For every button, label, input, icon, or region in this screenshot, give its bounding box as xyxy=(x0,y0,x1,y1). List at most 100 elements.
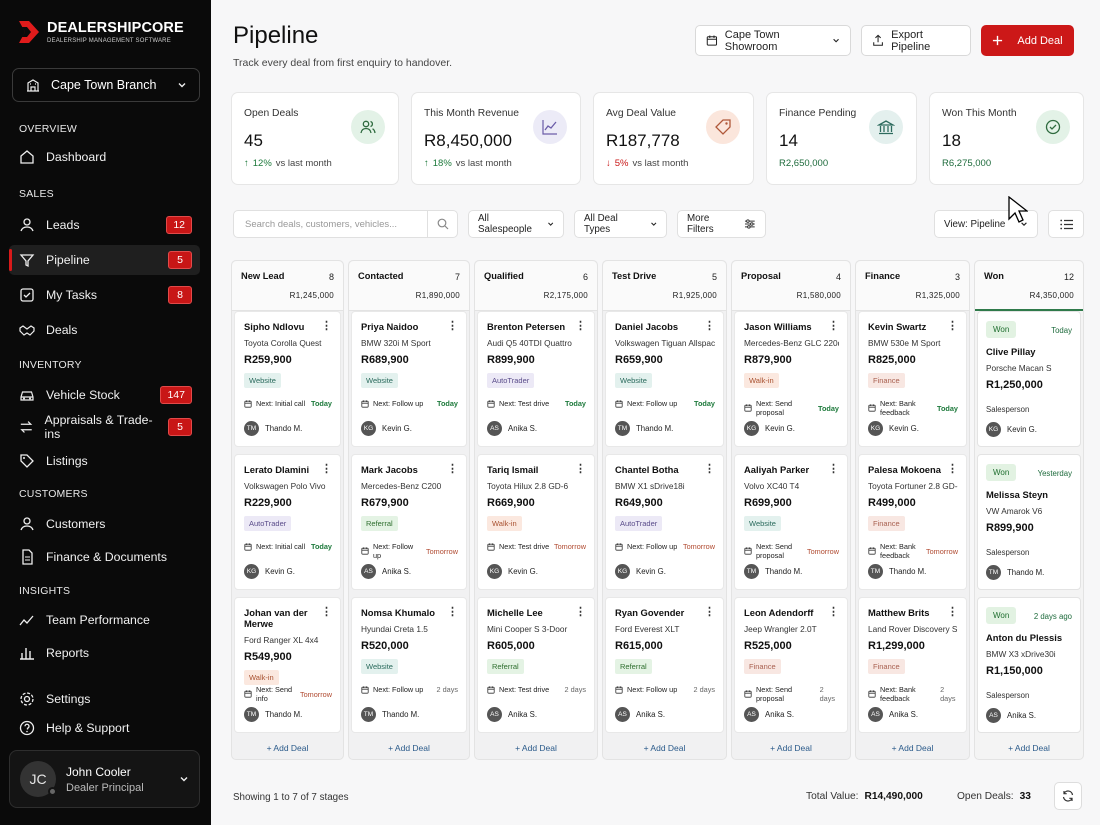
more-options-icon[interactable]: ⋮ xyxy=(947,605,958,618)
add-deal-link[interactable]: + Add Deal xyxy=(349,743,469,753)
more-options-icon[interactable]: ⋮ xyxy=(321,462,332,475)
deal-card[interactable]: Nomsa Khumalo ⋮ Hyundai Creta 1.5 R520,000 W… xyxy=(351,597,467,733)
sliders-icon xyxy=(745,219,756,229)
nav-label: My Tasks xyxy=(46,288,98,302)
deal-card[interactable]: Johan van der Merwe ⋮ Ford Ranger XL 4x4 R5… xyxy=(234,597,341,733)
nav-listings[interactable]: Listings xyxy=(9,446,200,476)
nav-help-support[interactable]: Help & Support xyxy=(9,713,200,743)
kpi-label: Finance Pending xyxy=(779,108,857,119)
deal-card[interactable]: Priya Naidoo ⋮ BMW 320i M Sport R689,900 Web… xyxy=(351,311,467,447)
deal-card[interactable]: Daniel Jacobs ⋮ Volkswagen Tiguan Allspace… xyxy=(605,311,724,447)
column-header[interactable]: Qualified 6 R2,175,000 xyxy=(475,261,597,311)
due-date: Tomorrow xyxy=(425,546,458,556)
more-options-icon[interactable]: ⋮ xyxy=(321,319,332,332)
owner: KG Kevin G. xyxy=(244,564,295,579)
search-icon[interactable] xyxy=(427,211,457,237)
more-options-icon[interactable]: ⋮ xyxy=(447,319,458,332)
showroom-dropdown[interactable]: Cape Town Showroom xyxy=(695,25,851,56)
nav-leads[interactable]: Leads 12 xyxy=(9,210,200,240)
add-deal-link[interactable]: + Add Deal xyxy=(975,743,1083,753)
calendar-icon xyxy=(487,685,495,694)
more-options-icon[interactable]: ⋮ xyxy=(575,462,586,475)
column-header[interactable]: Contacted 7 R1,890,000 xyxy=(349,261,469,311)
nav-pipeline[interactable]: Pipeline 5 xyxy=(9,245,200,275)
won-deal-card[interactable]: Won Yesterday Melissa Steyn VW Amarok V6 R89… xyxy=(977,454,1081,590)
user-menu[interactable]: JC John Cooler Dealer Principal xyxy=(9,750,200,808)
deal-card[interactable]: Lerato Dlamini ⋮ Volkswagen Polo Vivo R229,… xyxy=(234,454,341,590)
nav-tasks[interactable]: My Tasks 8 xyxy=(9,280,200,310)
nav-vehicle-stock[interactable]: Vehicle Stock 147 xyxy=(9,380,200,410)
nav-reports[interactable]: Reports xyxy=(9,638,200,668)
next-action: Next: Follow up Tomorrow xyxy=(361,542,458,560)
add-deal-link[interactable]: + Add Deal xyxy=(475,743,597,753)
more-options-icon[interactable]: ⋮ xyxy=(447,605,458,618)
column-header[interactable]: Test Drive 5 R1,925,000 xyxy=(603,261,726,311)
column-header[interactable]: Won 12 R4,350,000 xyxy=(975,261,1083,311)
deal-types-filter[interactable]: All Deal Types xyxy=(574,210,667,238)
section-insights: INSIGHTS xyxy=(19,585,71,597)
nav-appraisals[interactable]: Appraisals & Trade-ins 5 xyxy=(9,412,200,442)
won-deal-card[interactable]: Won 2 days ago Anton du Plessis BMW X3 xDri… xyxy=(977,597,1081,733)
deal-card[interactable]: Jason Williams ⋮ Mercedes-Benz GLC 220d R87… xyxy=(734,311,848,447)
column-header[interactable]: Finance 3 R1,325,000 xyxy=(856,261,969,311)
add-deal-link[interactable]: + Add Deal xyxy=(603,743,726,753)
chevron-down-icon xyxy=(833,38,839,43)
more-options-icon[interactable]: ⋮ xyxy=(828,319,839,332)
deal-card[interactable]: Leon Adendorff ⋮ Jeep Wrangler 2.0T R525,00… xyxy=(734,597,848,733)
more-options-icon[interactable]: ⋮ xyxy=(575,319,586,332)
salespeople-filter[interactable]: All Salespeople xyxy=(468,210,564,238)
calendar-icon xyxy=(361,547,369,555)
tag-icon xyxy=(20,454,34,468)
more-options-icon[interactable]: ⋮ xyxy=(704,319,715,332)
more-options-icon[interactable]: ⋮ xyxy=(947,462,958,475)
nav-dashboard[interactable]: Dashboard xyxy=(9,142,200,172)
source-tag: Website xyxy=(744,516,781,531)
avatar: AS xyxy=(744,707,759,722)
owner: KG Kevin G. xyxy=(487,564,538,579)
branch-selector[interactable]: Cape Town Branch xyxy=(12,68,200,102)
more-options-icon[interactable]: ⋮ xyxy=(704,605,715,618)
search-input[interactable]: Search deals, customers, vehicles... xyxy=(233,210,458,238)
deal-card[interactable]: Ryan Govender ⋮ Ford Everest XLT R615,000 Re… xyxy=(605,597,724,733)
won-deal-card[interactable]: Won Today Clive Pillay Porsche Macan S R1,25… xyxy=(977,311,1081,447)
column-header[interactable]: New Lead 8 R1,245,000 xyxy=(232,261,343,311)
more-options-icon[interactable]: ⋮ xyxy=(321,605,332,618)
deal-card[interactable]: Mark Jacobs ⋮ Mercedes-Benz C200 R679,900 Re… xyxy=(351,454,467,590)
calendar-icon xyxy=(744,690,752,698)
brand-logo[interactable]: DEALERSHIPCORE DEALERSHIP MANAGEMENT SOF… xyxy=(17,19,184,45)
list-view-button[interactable] xyxy=(1048,210,1084,238)
refresh-button[interactable] xyxy=(1054,782,1082,810)
owner-name: Anika S. xyxy=(508,710,538,719)
deal-card[interactable]: Tariq Ismail ⋮ Toyota Hilux 2.8 GD-6 R669,9… xyxy=(477,454,595,590)
deal-card[interactable]: Kevin Swartz ⋮ BMW 530e M Sport R825,000 Fin… xyxy=(858,311,967,447)
more-options-icon[interactable]: ⋮ xyxy=(704,462,715,475)
vehicle-name: Toyota Corolla Quest xyxy=(244,338,322,348)
export-pipeline-button[interactable]: Export Pipeline xyxy=(861,25,971,56)
deal-card[interactable]: Brenton Petersen ⋮ Audi Q5 40TDI Quattro R8… xyxy=(477,311,595,447)
kpi-avg-deal-value: Avg Deal Value R187,778 ↓ 5% vs last month xyxy=(593,92,754,185)
nav-team-performance[interactable]: Team Performance xyxy=(9,605,200,635)
nav-settings[interactable]: Settings xyxy=(9,684,200,714)
help-icon xyxy=(19,720,35,736)
nav-finance-documents[interactable]: Finance & Documents xyxy=(9,542,200,572)
more-options-icon[interactable]: ⋮ xyxy=(447,462,458,475)
add-deal-button[interactable]: Add Deal xyxy=(981,25,1074,56)
deal-card[interactable]: Palesa Mokoena ⋮ Toyota Fortuner 2.8 GD-6 R… xyxy=(858,454,967,590)
more-options-icon[interactable]: ⋮ xyxy=(947,319,958,332)
add-deal-link[interactable]: + Add Deal xyxy=(856,743,969,753)
calendar-icon xyxy=(868,547,876,555)
add-deal-link[interactable]: + Add Deal xyxy=(232,743,343,753)
deal-card[interactable]: Sipho Ndlovu ⋮ Toyota Corolla Quest R259,90… xyxy=(234,311,341,447)
more-options-icon[interactable]: ⋮ xyxy=(575,605,586,618)
deal-card[interactable]: Michelle Lee ⋮ Mini Cooper S 3-Door R605,00… xyxy=(477,597,595,733)
nav-customers[interactable]: Customers xyxy=(9,509,200,539)
deal-card[interactable]: Aaliyah Parker ⋮ Volvo XC40 T4 R699,900 Webs… xyxy=(734,454,848,590)
deal-card[interactable]: Matthew Brits ⋮ Land Rover Discovery SE R1,… xyxy=(858,597,967,733)
more-filters-button[interactable]: More Filters xyxy=(677,210,766,238)
more-options-icon[interactable]: ⋮ xyxy=(828,462,839,475)
deal-card[interactable]: Chantel Botha ⋮ BMW X1 sDrive18i R649,900 Au… xyxy=(605,454,724,590)
column-header[interactable]: Proposal 4 R1,580,000 xyxy=(732,261,850,311)
add-deal-link[interactable]: + Add Deal xyxy=(732,743,850,753)
nav-deals[interactable]: Deals xyxy=(9,315,200,345)
more-options-icon[interactable]: ⋮ xyxy=(828,605,839,618)
